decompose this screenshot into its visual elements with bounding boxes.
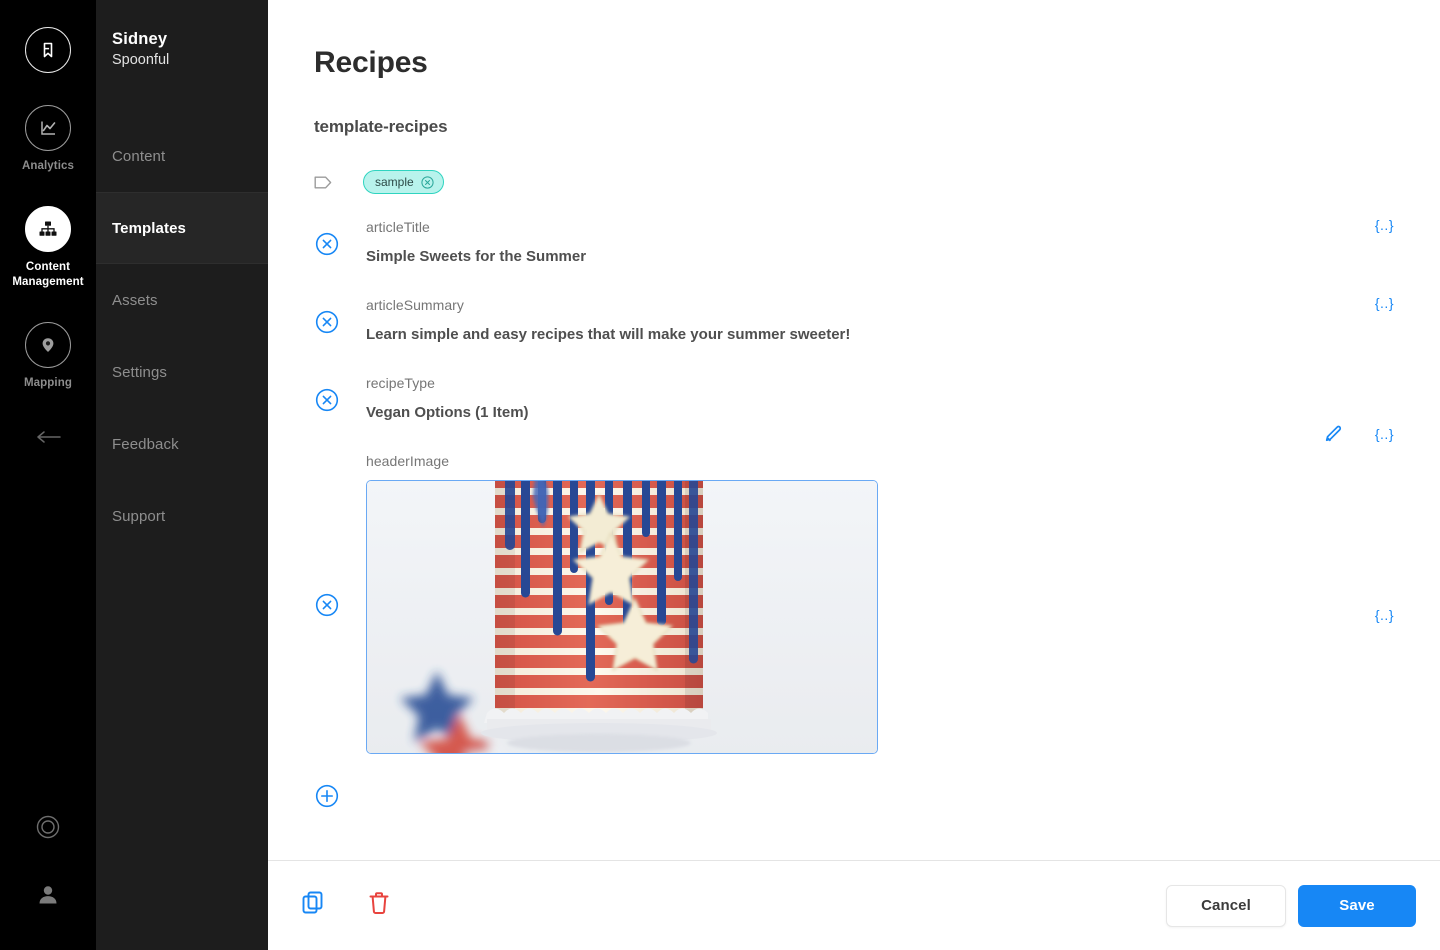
template-name: template-recipes (314, 117, 448, 136)
main-panel: Recipes template-recipes sample articleT… (268, 0, 1440, 950)
field-actions: {..} (1323, 423, 1394, 445)
field-body: articleTitle Simple Sweets for the Summe… (366, 217, 1394, 267)
account-brand: Sidney Spoonful (96, 0, 268, 68)
delete-button[interactable] (366, 890, 392, 921)
token-button[interactable]: {..} (1375, 295, 1394, 311)
rail-item-label: Analytics (21, 160, 75, 172)
account-name: Sidney (112, 30, 168, 48)
app-root: Analytics Content Management Mapping Sid… (0, 0, 1440, 950)
circle-x-icon (315, 388, 339, 417)
nav-list: Content Templates Assets Settings Feedba… (96, 120, 268, 552)
line-chart-icon (25, 105, 71, 151)
field-value[interactable]: Learn simple and easy recipes that will … (366, 325, 1394, 345)
add-field-button[interactable] (314, 784, 1394, 813)
field-body: headerImage (366, 451, 1394, 754)
primary-icon-rail: Analytics Content Management Mapping (0, 0, 96, 950)
user-avatar-icon (34, 886, 62, 913)
remove-field-button[interactable] (314, 310, 366, 339)
rail-item-analytics[interactable]: Analytics (0, 105, 96, 174)
lifebuoy-icon (33, 815, 63, 846)
circle-x-icon[interactable] (421, 175, 434, 189)
tags-row: sample (314, 169, 1394, 195)
field-name: articleTitle (366, 219, 430, 235)
remove-field-button[interactable] (314, 593, 366, 622)
rail-collapse-button[interactable] (32, 427, 64, 452)
bottom-bar-right-actions: Cancel Save (1166, 884, 1416, 927)
header-image-thumbnail[interactable] (366, 480, 878, 754)
field-row-articleSummary: articleSummary Learn simple and easy rec… (314, 295, 1394, 345)
rail-item-label: Mapping (24, 377, 72, 389)
remove-field-button[interactable] (314, 232, 366, 261)
rail-item-mapping[interactable]: Mapping (0, 322, 96, 391)
field-value[interactable]: Vegan Options (1 Item) (366, 403, 1394, 423)
save-button[interactable]: Save (1298, 884, 1416, 927)
copy-icon (300, 890, 326, 921)
field-name: headerImage (366, 453, 450, 469)
tag-chip-label: sample (375, 175, 414, 189)
field-row-articleTitle: articleTitle Simple Sweets for the Summe… (314, 217, 1394, 267)
duplicate-button[interactable] (300, 890, 326, 921)
map-pin-icon (25, 322, 71, 368)
sidebar-item-settings[interactable]: Settings (96, 336, 268, 408)
token-button[interactable]: {..} (1375, 607, 1394, 623)
page-title: Recipes (314, 46, 428, 79)
sidebar-item-feedback[interactable]: Feedback (96, 408, 268, 480)
field-name: recipeType (366, 375, 435, 391)
circle-x-icon (315, 310, 339, 339)
sitemap-icon (25, 206, 71, 252)
circle-x-icon (315, 232, 339, 261)
app-logo[interactable] (25, 27, 71, 73)
rail-help-button[interactable] (33, 812, 63, 847)
main-scroll-area: Recipes template-recipes sample articleT… (268, 0, 1440, 860)
circle-plus-icon (315, 784, 339, 812)
tag-chip-sample[interactable]: sample (363, 170, 444, 194)
pencil-icon[interactable] (1323, 423, 1345, 445)
circle-x-icon (315, 593, 339, 622)
rail-item-content-management[interactable]: Content Management (0, 206, 96, 290)
field-body: recipeType Vegan Options (1 Item) (366, 373, 1394, 423)
field-actions: {..} (1375, 295, 1394, 311)
bookmark-logo-icon (25, 27, 71, 73)
field-value[interactable]: Simple Sweets for the Summer (366, 247, 1394, 267)
sidebar-item-content[interactable]: Content (96, 120, 268, 192)
bottom-action-bar: Cancel Save (268, 860, 1440, 950)
token-button[interactable]: {..} (1375, 217, 1394, 233)
field-row-recipeType: recipeType Vegan Options (1 Item) {..} (314, 373, 1394, 442)
rail-account-button[interactable] (34, 881, 62, 914)
patriotic-striped-cake-photo (367, 481, 877, 753)
account-subtitle: Spoonful (112, 52, 170, 68)
arrow-left-icon (32, 431, 64, 451)
field-actions: {..} (1375, 607, 1394, 623)
sidebar-item-assets[interactable]: Assets (96, 264, 268, 336)
bottom-bar-left-actions (300, 890, 392, 921)
rail-item-label: Content Management (12, 261, 84, 288)
tag-icon (314, 174, 344, 191)
field-name: articleSummary (366, 297, 464, 313)
remove-field-button[interactable] (314, 388, 366, 417)
rail-bottom-group (0, 812, 96, 950)
field-body: articleSummary Learn simple and easy rec… (366, 295, 1394, 345)
sidebar-item-templates[interactable]: Templates (96, 192, 268, 264)
cancel-button[interactable]: Cancel (1166, 884, 1286, 927)
field-actions: {..} (1375, 217, 1394, 233)
secondary-nav: Sidney Spoonful Content Templates Assets… (96, 0, 268, 950)
trash-icon (366, 890, 392, 921)
token-button[interactable]: {..} (1375, 426, 1394, 442)
field-row-headerImage: headerImage {..} (314, 451, 1394, 754)
sidebar-item-support[interactable]: Support (96, 480, 268, 552)
